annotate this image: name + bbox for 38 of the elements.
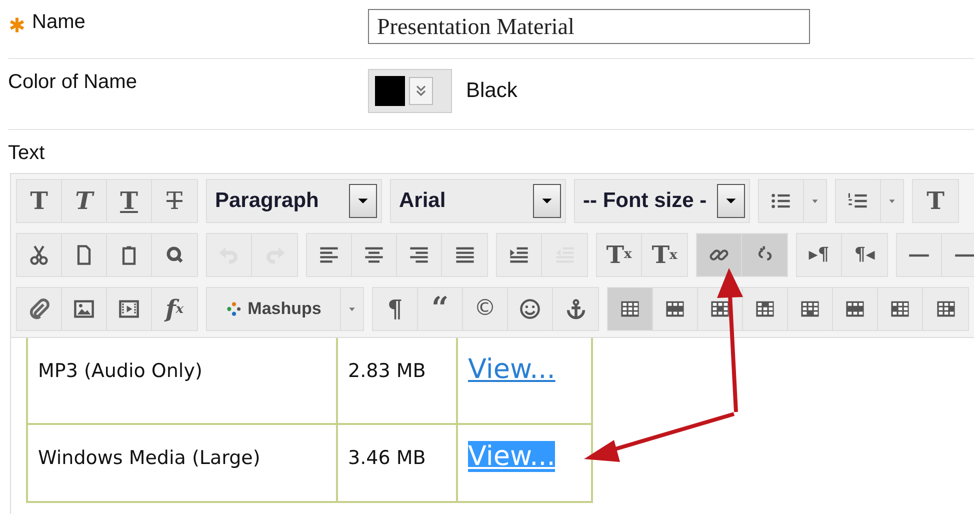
dots-icon xyxy=(226,301,242,317)
paperclip-icon xyxy=(28,298,50,320)
field-label: Text xyxy=(8,142,45,165)
table-cell: MP3 (Audio Only) xyxy=(27,338,337,424)
paragraph-mark-button[interactable]: ¶ xyxy=(373,288,418,330)
strikethrough-button[interactable]: T xyxy=(152,180,197,222)
smiley-icon xyxy=(519,298,541,320)
table-button[interactable] xyxy=(608,288,653,330)
table-cell: Windows Media (Large) xyxy=(27,424,337,502)
dropdown[interactable]: Paragraph xyxy=(207,180,381,222)
italic-button[interactable]: T xyxy=(62,180,107,222)
table-cell: 3.46 MB xyxy=(337,424,457,502)
color-picker[interactable] xyxy=(368,69,452,113)
name-field[interactable]: Presentation Material xyxy=(368,9,810,44)
dropdown[interactable]: Arial xyxy=(391,180,565,222)
scissors-icon xyxy=(28,244,50,266)
superscript-button[interactable]: T$^{x}$ xyxy=(597,234,642,276)
link-button[interactable] xyxy=(697,234,742,276)
horizontal-line-icon xyxy=(908,254,930,256)
dropdown[interactable]: -- Font size - xyxy=(575,180,749,222)
field-label: Color of Name xyxy=(8,71,137,94)
unlink-button[interactable] xyxy=(742,234,787,276)
underline-button[interactable]: T xyxy=(107,180,152,222)
table-cell: 2.83 MB xyxy=(337,338,457,424)
image-icon xyxy=(73,298,95,320)
blockquote-button[interactable]: “ xyxy=(418,288,463,330)
horizontal-line-icon xyxy=(954,254,974,256)
link[interactable]: View... xyxy=(468,354,556,385)
copyright-button[interactable]: © xyxy=(463,288,508,330)
text-color-button[interactable]: T xyxy=(913,180,958,222)
right-to-left-button[interactable]: ¶◂ xyxy=(842,234,887,276)
left-to-right-button[interactable]: ▸¶ xyxy=(797,234,842,276)
mashups-button[interactable]: Mashups xyxy=(207,288,341,330)
field-label: Name xyxy=(32,10,86,34)
color-value: Black xyxy=(466,79,518,103)
video-icon xyxy=(118,298,140,320)
anchor-icon xyxy=(564,298,586,320)
bold-button[interactable]: T xyxy=(17,180,62,222)
